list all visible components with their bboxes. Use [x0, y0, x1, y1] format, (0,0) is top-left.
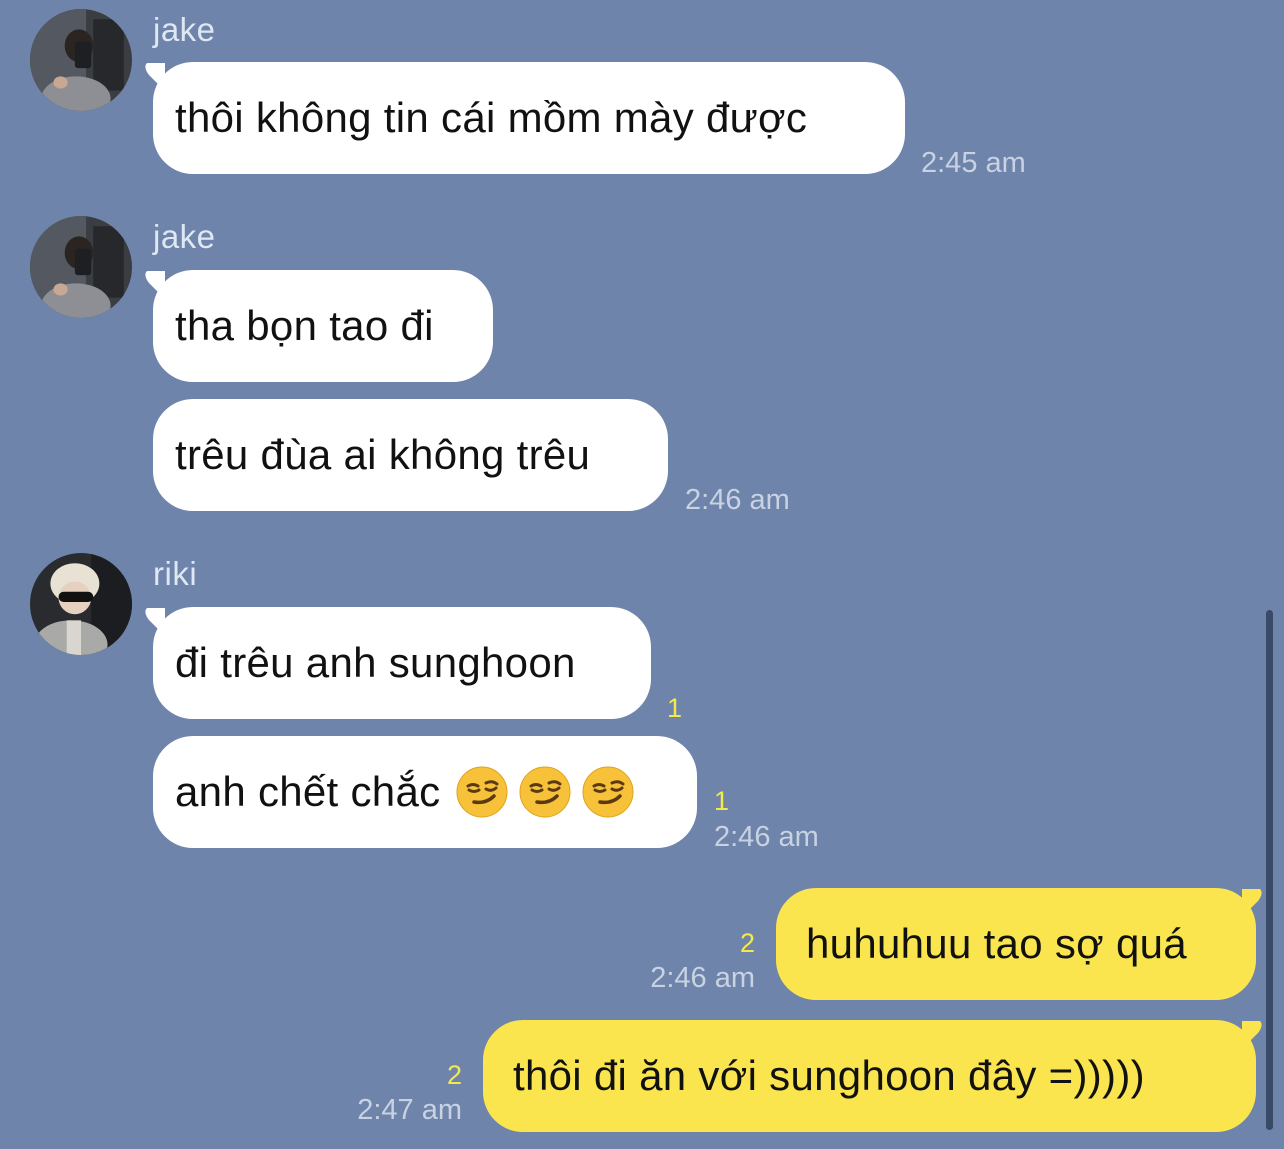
- avatar-riki-icon: [30, 553, 132, 655]
- message-timestamp: 2:46 am: [650, 962, 755, 994]
- message-text: trêu đùa ai không trêu: [175, 431, 591, 478]
- message-bubble[interactable]: huhuhuu tao sợ quá: [776, 888, 1256, 1000]
- message-text: tha bọn tao đi: [175, 302, 434, 349]
- message-text: anh chết chắc: [175, 768, 441, 815]
- sender-name: jake: [153, 218, 216, 255]
- message-timestamp: 2:46 am: [714, 821, 819, 853]
- avatar-jake[interactable]: [30, 9, 132, 111]
- message-timestamp: 2:47 am: [357, 1094, 462, 1126]
- message-bubble[interactable]: đi trêu anh sunghoon: [153, 607, 651, 719]
- message-timestamp: 2:46 am: [685, 484, 790, 516]
- message-bubble[interactable]: anh chết chắc: [153, 736, 697, 848]
- avatar-riki[interactable]: [30, 553, 132, 655]
- sender-name: riki: [153, 555, 198, 592]
- message-bubble[interactable]: trêu đùa ai không trêu: [153, 399, 668, 511]
- smirking-face-icon: [519, 766, 571, 818]
- avatar-jake-icon: [30, 9, 132, 111]
- unread-count: 2: [739, 928, 755, 958]
- message-text: huhuhuu tao sợ quá: [806, 920, 1187, 967]
- message-text: thôi đi ăn với sunghoon đây =))))): [513, 1052, 1145, 1099]
- message-bubble[interactable]: tha bọn tao đi: [153, 270, 493, 382]
- unread-count: 1: [667, 693, 683, 723]
- avatar-jake-icon: [30, 216, 132, 318]
- message-timestamp: 2:45 am: [921, 147, 1026, 179]
- unread-count: 2: [446, 1060, 462, 1090]
- bubble-tail: [1242, 889, 1262, 917]
- message-text: đi trêu anh sunghoon: [175, 639, 576, 686]
- sender-name: jake: [153, 11, 216, 48]
- message-bubble[interactable]: thôi đi ăn với sunghoon đây =))))): [483, 1020, 1256, 1132]
- bubble-tail: [1242, 1021, 1262, 1049]
- message-text: thôi không tin cái mồm mày được: [175, 94, 808, 141]
- scrollbar-thumb[interactable]: [1266, 610, 1273, 1130]
- smirking-face-icon: [456, 766, 508, 818]
- message-bubble[interactable]: thôi không tin cái mồm mày được: [153, 62, 905, 174]
- unread-count: 1: [714, 786, 730, 816]
- avatar-jake[interactable]: [30, 216, 132, 318]
- smirking-face-icon: [582, 766, 634, 818]
